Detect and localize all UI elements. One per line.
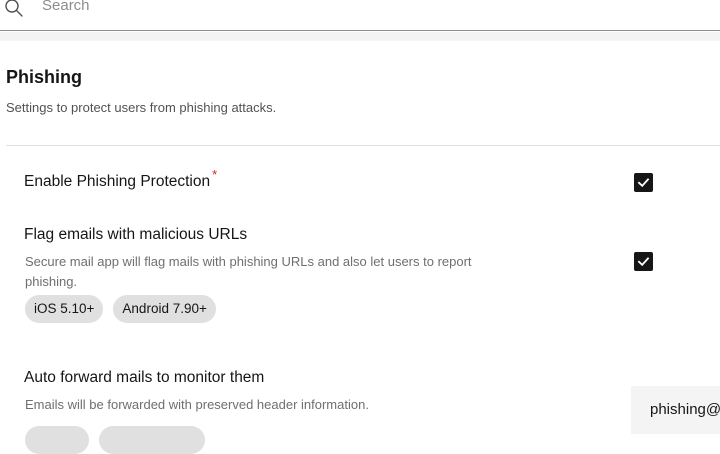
platform-tags: iOS 5.10+ Android 7.90+ — [25, 295, 216, 323]
enable-phishing-protection-checkbox[interactable] — [634, 173, 653, 192]
setting-title-enable-phishing-protection: Enable Phishing Protection * — [24, 167, 217, 192]
setting-description-auto-forward: Emails will be forwarded with preserved … — [25, 397, 369, 412]
section-divider — [6, 145, 720, 146]
section-title: Phishing — [6, 67, 82, 87]
search-icon — [3, 0, 25, 19]
platform-tags-cut-off — [25, 426, 205, 454]
setting-title-auto-forward: Auto forward mails to monitor them — [24, 369, 265, 386]
tag-ios-version: iOS 5.10+ — [25, 295, 104, 323]
setting-title-flag-malicious-urls: Flag emails with malicious URLs — [24, 226, 248, 243]
tag-partial — [99, 426, 205, 454]
header-divider — [0, 32, 720, 41]
flag-malicious-urls-checkbox[interactable] — [634, 252, 653, 271]
search-bar[interactable]: Search — [0, 0, 720, 31]
forward-email-input[interactable]: phishing@ — [631, 386, 720, 434]
setting-label: Enable Phishing Protection — [24, 173, 211, 190]
tag-android-version: Android 7.90+ — [113, 295, 216, 323]
checkmark-icon — [637, 257, 650, 267]
tag-partial — [25, 426, 89, 454]
setting-description-flag-malicious-urls: Secure mail app will flag mails with phi… — [25, 254, 472, 289]
required-indicator: * — [212, 167, 218, 182]
checkmark-icon — [637, 178, 650, 188]
section-description: Settings to protect users from phishing … — [6, 100, 277, 115]
search-input[interactable]: Search — [42, 0, 90, 16]
